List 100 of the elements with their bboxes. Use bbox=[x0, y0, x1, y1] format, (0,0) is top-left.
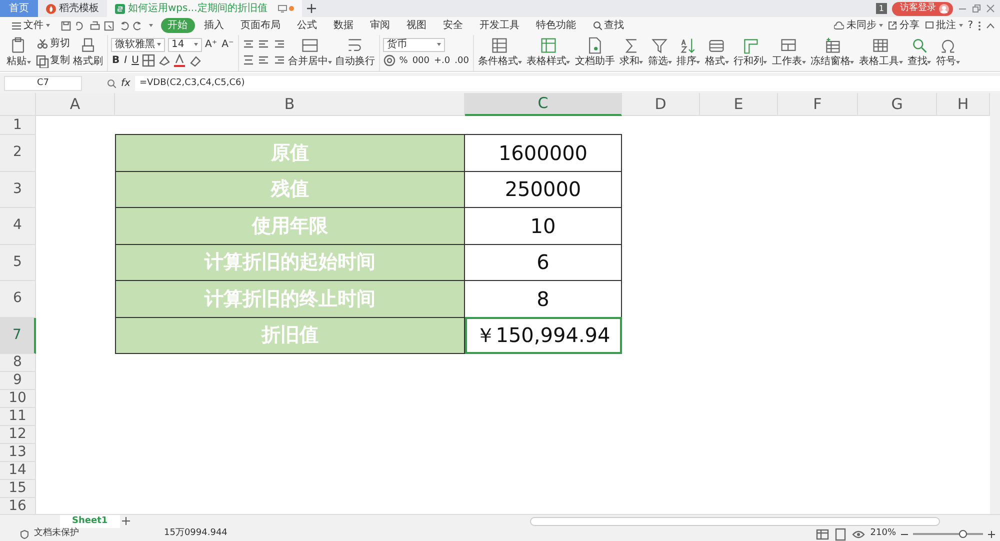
row-column-icon bbox=[742, 37, 759, 54]
row-header[interactable]: 10 bbox=[0, 390, 36, 408]
row-header[interactable]: 4 bbox=[0, 208, 36, 244]
caret-icon[interactable] bbox=[149, 24, 153, 27]
ribbon-tab[interactable]: 数据 bbox=[326, 18, 360, 33]
number-format-button[interactable]: .00 bbox=[454, 54, 470, 67]
add-sheet-icon[interactable] bbox=[122, 517, 130, 525]
paste-button[interactable]: 粘贴 bbox=[6, 37, 32, 68]
sync-button[interactable]: 未同步 bbox=[834, 18, 884, 33]
ribbon-button[interactable]: 查找 bbox=[906, 37, 932, 68]
save-icon[interactable] bbox=[60, 20, 72, 32]
ribbon-button[interactable]: 筛选 bbox=[646, 37, 673, 68]
wrap-text-button[interactable]: 自动换行 bbox=[334, 37, 376, 68]
ribbon-button[interactable]: 条件格式 bbox=[476, 37, 523, 68]
text-style-button[interactable]: I bbox=[123, 54, 128, 67]
window-tab[interactable]: 稻壳模板 bbox=[38, 0, 107, 17]
preview-icon[interactable] bbox=[103, 20, 115, 32]
row-header[interactable]: 8 bbox=[0, 354, 36, 372]
ribbon-button[interactable]: 文档助手 bbox=[574, 37, 616, 68]
shrink-font-button[interactable]: A⁻ bbox=[220, 38, 235, 51]
caret-icon bbox=[958, 24, 963, 27]
number-format-select[interactable]: 货币 bbox=[382, 38, 445, 52]
ribbon-button[interactable]: 冻结窗格 bbox=[809, 37, 856, 68]
row-header[interactable]: 12 bbox=[0, 426, 36, 444]
column-header[interactable]: H bbox=[937, 93, 990, 116]
row-header[interactable]: 9 bbox=[0, 372, 36, 390]
zoom-level[interactable]: 210% bbox=[870, 527, 896, 541]
row-header[interactable]: 15 bbox=[0, 480, 36, 498]
ribbon-button[interactable]: 表格工具 bbox=[858, 37, 904, 68]
sort-icon bbox=[680, 37, 697, 54]
horizontal-scrollbar[interactable] bbox=[530, 516, 940, 526]
vertical-scrollbar[interactable] bbox=[990, 93, 1000, 514]
row-header[interactable]: 2 bbox=[0, 135, 36, 172]
grow-font-button[interactable]: A⁺ bbox=[204, 38, 218, 51]
column-header[interactable]: C bbox=[465, 93, 622, 116]
zoom-icon[interactable] bbox=[107, 78, 116, 88]
close-icon[interactable] bbox=[986, 4, 995, 13]
comment-button[interactable]: 批注 bbox=[924, 18, 963, 33]
ribbon-tab[interactable]: 视图 bbox=[400, 18, 434, 33]
ribbon-button[interactable]: 排序 bbox=[675, 37, 702, 68]
zoom-thumb[interactable] bbox=[959, 530, 968, 538]
ribbon-tab[interactable]: 开发工具 bbox=[472, 18, 526, 33]
cut-button[interactable]: 剪切 bbox=[35, 36, 71, 52]
row-header[interactable]: 6 bbox=[0, 281, 36, 318]
ribbon-button[interactable]: 工作表 bbox=[770, 37, 807, 68]
help-button[interactable]: ? bbox=[968, 18, 973, 33]
login-button[interactable]: 访客登录 bbox=[892, 2, 953, 16]
column-header[interactable]: D bbox=[622, 93, 700, 116]
column-header[interactable]: G bbox=[858, 93, 937, 116]
column-header[interactable]: B bbox=[115, 93, 465, 116]
row-header[interactable]: 5 bbox=[0, 244, 36, 281]
font-color-icon bbox=[173, 54, 186, 68]
row-header[interactable]: 14 bbox=[0, 462, 36, 480]
row-header[interactable]: 7 bbox=[0, 318, 36, 354]
column-header[interactable]: F bbox=[778, 93, 858, 116]
text-style-button[interactable]: U bbox=[130, 54, 140, 67]
row-header[interactable]: 3 bbox=[0, 172, 36, 208]
row-header[interactable]: 13 bbox=[0, 444, 36, 462]
font-select[interactable]: 微软雅黑 bbox=[111, 38, 165, 52]
copy-button[interactable]: 复制 bbox=[35, 54, 71, 69]
ribbon-button[interactable]: 表格样式 bbox=[525, 37, 572, 68]
ribbon-button[interactable]: 行和列 bbox=[732, 37, 768, 68]
formula-field[interactable]: =VDB(C2,C3,C4,C5,C6) bbox=[135, 76, 1000, 90]
print-icon[interactable] bbox=[88, 20, 100, 32]
number-format-button[interactable]: +.0 bbox=[433, 54, 452, 67]
fx-label[interactable]: fx bbox=[121, 76, 130, 90]
ribbon-tab[interactable]: 安全 bbox=[436, 18, 470, 33]
text-style-button[interactable]: B bbox=[111, 54, 121, 67]
row-header[interactable]: 1 bbox=[0, 116, 36, 135]
number-format-button[interactable]: % bbox=[398, 54, 409, 67]
file-menu[interactable]: 文件 bbox=[5, 18, 57, 33]
ribbon-tab[interactable]: 页面布局 bbox=[234, 18, 288, 33]
zoom-in-icon[interactable] bbox=[988, 530, 995, 538]
ribbon-button[interactable]: 符号 bbox=[934, 37, 961, 68]
caret-icon bbox=[194, 43, 198, 46]
number-format-button[interactable]: 000 bbox=[411, 54, 430, 67]
merge-center-button[interactable]: 合并居中 bbox=[286, 37, 333, 68]
format-painter-button[interactable]: 格式刷 bbox=[72, 37, 104, 68]
restore-icon[interactable] bbox=[972, 4, 981, 13]
more-icon[interactable] bbox=[978, 20, 981, 30]
column-header[interactable]: A bbox=[36, 93, 115, 116]
font-size-select[interactable]: 14 bbox=[168, 38, 202, 52]
row-header[interactable]: 16 bbox=[0, 498, 36, 514]
ribbon-tab[interactable]: 审阅 bbox=[363, 18, 397, 33]
row-header[interactable]: 11 bbox=[0, 408, 36, 426]
ribbon-tab[interactable]: 特色功能 bbox=[529, 18, 583, 33]
ribbon-button[interactable]: 格式 bbox=[704, 37, 730, 68]
collapse-icon[interactable] bbox=[986, 22, 995, 28]
unsaved-dot bbox=[289, 6, 294, 11]
plus-icon[interactable] bbox=[307, 4, 316, 13]
ribbon-tab[interactable]: 公式 bbox=[290, 18, 324, 33]
notification-count[interactable]: 1 bbox=[876, 3, 887, 14]
share-button[interactable]: 分享 bbox=[888, 18, 920, 33]
column-header[interactable]: E bbox=[700, 93, 778, 116]
search-button[interactable]: 查找 bbox=[586, 18, 631, 33]
ribbon-tab[interactable]: 插入 bbox=[197, 18, 231, 33]
ribbon-button[interactable]: 求和 bbox=[618, 37, 644, 68]
sheet-tab[interactable]: Sheet1 bbox=[60, 514, 120, 528]
name-box[interactable]: C7 bbox=[4, 76, 82, 90]
table-cell: 1600000 bbox=[465, 134, 622, 172]
